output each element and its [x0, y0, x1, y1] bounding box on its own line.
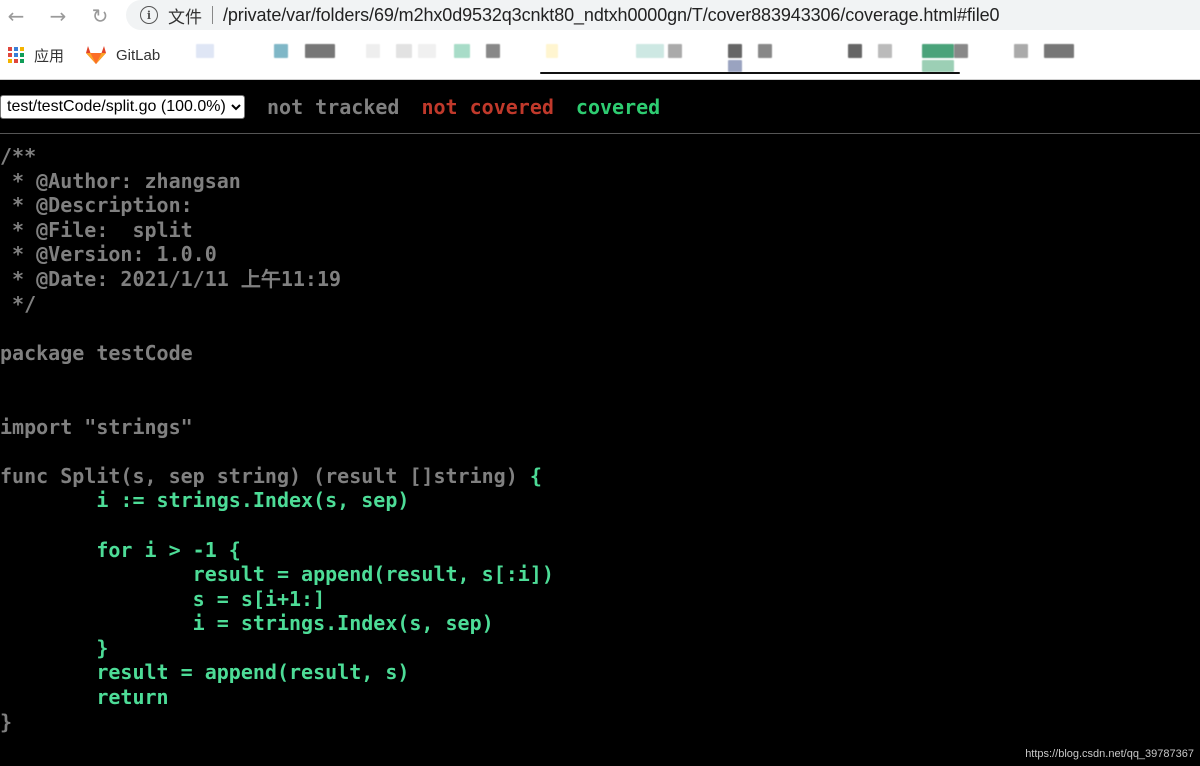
code-line: /** — [0, 144, 37, 168]
bookmark-label: GitLab — [116, 46, 161, 64]
code-line: for i > -1 { — [0, 537, 241, 562]
code-line: s = s[i+1:] — [0, 586, 326, 611]
bookmark-gitlab[interactable]: GitLab — [72, 46, 160, 64]
obscured-bookmark[interactable] — [305, 44, 335, 58]
divider-line — [540, 72, 960, 74]
obscured-bookmark[interactable] — [366, 44, 380, 58]
source-code: /** * @Author: zhangsan * @Description: … — [0, 144, 554, 734]
apps-grid-icon — [8, 47, 24, 63]
obscured-bookmark[interactable] — [728, 44, 742, 58]
obscured-bookmark[interactable] — [396, 44, 412, 58]
obscured-bookmark[interactable] — [728, 60, 742, 72]
obscured-bookmark[interactable] — [1014, 44, 1028, 58]
code-line-tracked-part: func Split(s, sep string) (result []stri… — [0, 463, 530, 488]
obscured-bookmark[interactable] — [668, 44, 682, 58]
address-bar-row: ← → ↻ i 文件 /private/var/folders/69/m2hx0… — [0, 0, 1200, 32]
url-separator — [212, 6, 213, 24]
gitlab-icon — [86, 46, 107, 64]
code-line: */ — [0, 291, 37, 316]
code-line: result = append(result, s[:i]) — [0, 562, 554, 587]
watermark: https://blog.csdn.net/qq_39787367 — [1025, 748, 1194, 760]
code-line: * @File: split — [0, 217, 193, 242]
obscured-bookmark[interactable] — [878, 44, 892, 58]
code-line: return — [0, 685, 169, 710]
obscured-bookmark[interactable] — [196, 44, 214, 58]
info-icon[interactable]: i — [140, 6, 158, 24]
url-bar[interactable]: i 文件 /private/var/folders/69/m2hx0d9532q… — [126, 0, 1200, 30]
file-select[interactable]: test/testCode/split.go (100.0%) — [0, 94, 245, 119]
obscured-bookmark[interactable] — [954, 44, 968, 58]
obscured-bookmark[interactable] — [454, 44, 470, 58]
obscured-bookmark[interactable] — [922, 44, 954, 58]
legend-covered: covered — [575, 94, 661, 119]
reload-icon[interactable]: ↻ — [84, 2, 116, 30]
bookmark-apps[interactable]: 应用 — [8, 45, 64, 66]
obscured-bookmark[interactable] — [486, 44, 500, 58]
code-line: * @Description: — [0, 193, 193, 218]
obscured-bookmark[interactable] — [274, 44, 288, 58]
code-line: * @Version: 1.0.0 — [0, 242, 217, 267]
browser-chrome: ← → ↻ i 文件 /private/var/folders/69/m2hx0… — [0, 0, 1200, 80]
obscured-bookmark[interactable] — [922, 60, 954, 72]
code-line: result = append(result, s) — [0, 660, 410, 685]
obscured-bookmark[interactable] — [848, 44, 862, 58]
obscured-bookmark[interactable] — [758, 44, 772, 58]
obscured-bookmark[interactable] — [636, 44, 664, 58]
code-line: } — [0, 709, 13, 734]
obscured-bookmark[interactable] — [546, 44, 558, 58]
back-arrow-icon[interactable]: ← — [0, 2, 32, 30]
code-line: } — [0, 635, 109, 660]
code-line-covered-part: { — [529, 463, 542, 488]
legend-not-tracked: not tracked — [267, 94, 400, 119]
forward-arrow-icon[interactable]: → — [42, 2, 74, 30]
url-scheme-label: 文件 — [168, 7, 202, 27]
code-line: * @Author: zhangsan — [0, 168, 241, 193]
coverage-toolbar: test/testCode/split.go (100.0%) not trac… — [0, 80, 1200, 134]
code-line: i = strings.Index(s, sep) — [0, 611, 494, 636]
obscured-bookmark[interactable] — [1044, 44, 1074, 58]
obscured-bookmark[interactable] — [418, 44, 436, 58]
legend-not-covered: not covered — [421, 94, 554, 119]
code-line: package testCode — [0, 340, 193, 365]
url-text[interactable]: /private/var/folders/69/m2hx0d9532q3cnkt… — [223, 5, 1000, 26]
bookmark-label: 应用 — [34, 47, 65, 65]
code-line: func Split(s, sep string) (result []stri… — [0, 464, 554, 489]
code-line: import "strings" — [0, 414, 193, 439]
code-line: i := strings.Index(s, sep) — [0, 488, 410, 513]
code-line: * @Date: 2021/1/11 上午11:19 — [0, 266, 342, 291]
